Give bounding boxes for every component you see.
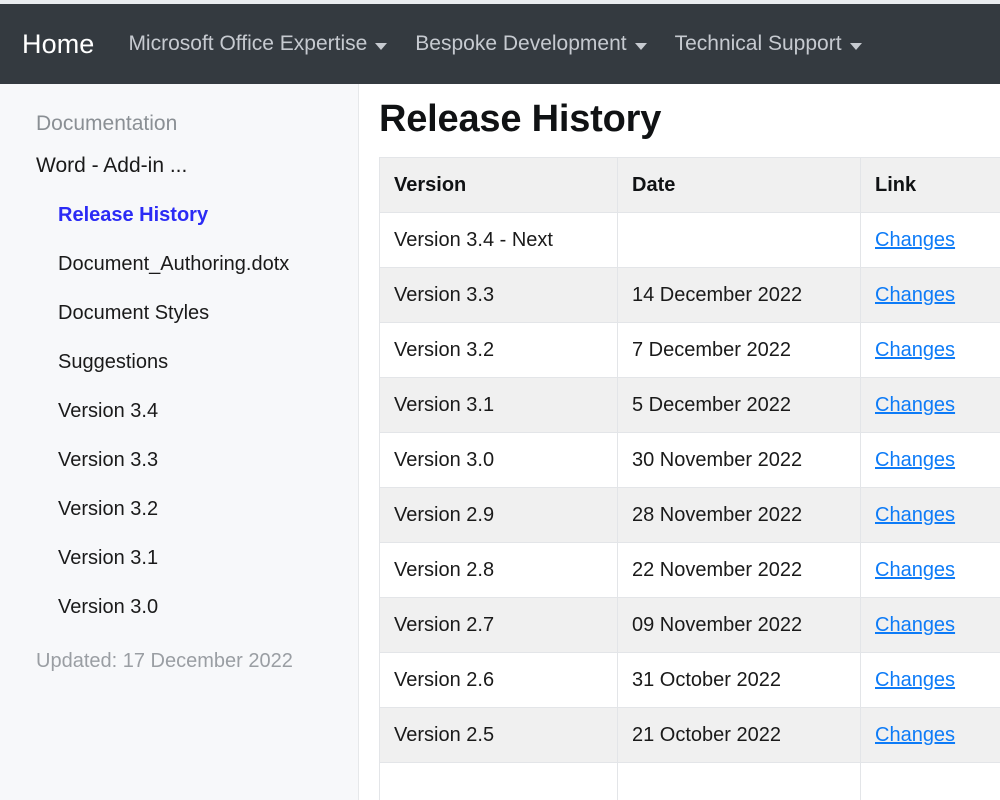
cell-date: 21 October 2022 bbox=[617, 707, 861, 763]
cell-date bbox=[617, 762, 861, 800]
changes-link[interactable]: Changes bbox=[875, 504, 955, 526]
table-row: Version 2.8 22 November 2022 Changes bbox=[379, 542, 1000, 598]
table-row: Version 2.7 09 November 2022 Changes bbox=[379, 597, 1000, 653]
sidebar-item-version-3-4[interactable]: Version 3.4 bbox=[0, 387, 358, 436]
cell-date: 31 October 2022 bbox=[617, 652, 861, 708]
cell-version bbox=[379, 762, 618, 800]
table-row: Version 2.6 31 October 2022 Changes bbox=[379, 652, 1000, 708]
column-header-version: Version bbox=[379, 157, 618, 213]
sidebar-item-document-styles[interactable]: Document Styles bbox=[0, 289, 358, 338]
chevron-down-icon bbox=[634, 42, 647, 50]
page-body: Documentation Word - Add-in ... Release … bbox=[0, 84, 1000, 800]
cell-version: Version 3.4 - Next bbox=[379, 212, 618, 268]
changes-link[interactable]: Changes bbox=[875, 669, 955, 691]
changes-link[interactable]: Changes bbox=[875, 724, 955, 746]
chevron-down-icon bbox=[375, 42, 388, 50]
cell-link: Changes bbox=[860, 377, 1000, 433]
sidebar-item-version-3-0[interactable]: Version 3.0 bbox=[0, 583, 358, 632]
column-header-link: Link bbox=[860, 157, 1000, 213]
cell-date: 09 November 2022 bbox=[617, 597, 861, 653]
cell-version: Version 3.1 bbox=[379, 377, 618, 433]
cell-link: Changes bbox=[860, 597, 1000, 653]
cell-version: Version 2.5 bbox=[379, 707, 618, 763]
cell-version: Version 3.2 bbox=[379, 322, 618, 378]
changes-link[interactable]: Changes bbox=[875, 394, 955, 416]
cell-link: Changes bbox=[860, 212, 1000, 268]
cell-version: Version 2.9 bbox=[379, 487, 618, 543]
table-row: Version 3.4 - Next Changes bbox=[379, 212, 1000, 268]
cell-version: Version 3.0 bbox=[379, 432, 618, 488]
main-content: Release History Version Date Link Versio… bbox=[359, 84, 1000, 800]
changes-link[interactable]: Changes bbox=[875, 614, 955, 636]
cell-link: Changes bbox=[860, 267, 1000, 323]
sidebar-updated-text: Updated: 17 December 2022 bbox=[36, 649, 293, 672]
release-history-table: Version Date Link Version 3.4 - Next Cha… bbox=[379, 157, 1000, 800]
page-title: Release History bbox=[379, 98, 662, 140]
cell-date bbox=[617, 212, 861, 268]
sidebar-item-document-authoring-dotx[interactable]: Document_Authoring.dotx bbox=[0, 240, 358, 289]
changes-link[interactable]: Changes bbox=[875, 284, 955, 306]
cell-link: Changes bbox=[860, 542, 1000, 598]
nav-item-microsoft-office-expertise[interactable]: Microsoft Office Expertise bbox=[128, 32, 388, 56]
cell-date: 22 November 2022 bbox=[617, 542, 861, 598]
cell-link: Changes bbox=[860, 652, 1000, 708]
table-row: Version 3.2 7 December 2022 Changes bbox=[379, 322, 1000, 378]
cell-link: Changes bbox=[860, 707, 1000, 763]
table-header-row: Version Date Link bbox=[379, 157, 1000, 213]
sidebar-item-version-3-2[interactable]: Version 3.2 bbox=[0, 485, 358, 534]
chevron-down-icon bbox=[849, 42, 862, 50]
cell-link: Changes bbox=[860, 487, 1000, 543]
table-row: Version 3.0 30 November 2022 Changes bbox=[379, 432, 1000, 488]
table-row bbox=[379, 762, 1000, 800]
nav-item-bespoke-development[interactable]: Bespoke Development bbox=[415, 32, 647, 56]
cell-version: Version 3.3 bbox=[379, 267, 618, 323]
changes-link[interactable]: Changes bbox=[875, 229, 955, 251]
cell-date: 14 December 2022 bbox=[617, 267, 861, 323]
navbar: Home Microsoft Office Expertise Bespoke … bbox=[0, 4, 1000, 84]
cell-link: Changes bbox=[860, 432, 1000, 488]
cell-link bbox=[860, 762, 1000, 800]
table-row: Version 3.3 14 December 2022 Changes bbox=[379, 267, 1000, 323]
nav-item-label: Microsoft Office Expertise bbox=[128, 32, 368, 55]
cell-date: 28 November 2022 bbox=[617, 487, 861, 543]
changes-link[interactable]: Changes bbox=[875, 559, 955, 581]
sidebar-item-version-3-1[interactable]: Version 3.1 bbox=[0, 534, 358, 583]
sidebar-item-release-history[interactable]: Release History bbox=[0, 191, 358, 240]
nav-item-label: Technical Support bbox=[674, 32, 842, 55]
sidebar-item-suggestions[interactable]: Suggestions bbox=[0, 338, 358, 387]
column-header-date: Date bbox=[617, 157, 861, 213]
changes-link[interactable]: Changes bbox=[875, 339, 955, 361]
cell-date: 5 December 2022 bbox=[617, 377, 861, 433]
nav-brand-home[interactable]: Home bbox=[22, 29, 94, 60]
cell-version: Version 2.8 bbox=[379, 542, 618, 598]
sidebar: Documentation Word - Add-in ... Release … bbox=[0, 84, 359, 800]
nav-item-technical-support[interactable]: Technical Support bbox=[675, 32, 862, 56]
changes-link[interactable]: Changes bbox=[875, 449, 955, 471]
sidebar-heading-documentation: Documentation bbox=[36, 112, 178, 135]
table-row: Version 3.1 5 December 2022 Changes bbox=[379, 377, 1000, 433]
cell-date: 7 December 2022 bbox=[617, 322, 861, 378]
sidebar-item-word-addin[interactable]: Word - Add-in ... bbox=[0, 142, 358, 190]
nav-item-label: Bespoke Development bbox=[415, 32, 627, 55]
cell-version: Version 2.6 bbox=[379, 652, 618, 708]
table-row: Version 2.5 21 October 2022 Changes bbox=[379, 707, 1000, 763]
sidebar-item-version-3-3[interactable]: Version 3.3 bbox=[0, 436, 358, 485]
table-row: Version 2.9 28 November 2022 Changes bbox=[379, 487, 1000, 543]
cell-date: 30 November 2022 bbox=[617, 432, 861, 488]
cell-link: Changes bbox=[860, 322, 1000, 378]
cell-version: Version 2.7 bbox=[379, 597, 618, 653]
